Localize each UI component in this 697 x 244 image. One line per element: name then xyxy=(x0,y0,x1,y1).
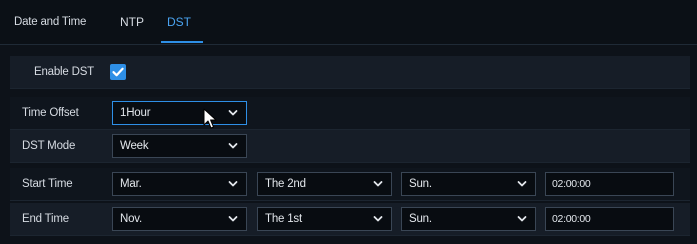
row-enable-dst: Enable DST xyxy=(10,56,690,89)
chevron-down-icon xyxy=(517,216,527,222)
checkmark-icon xyxy=(112,67,124,77)
end-week-value: The 1st xyxy=(265,213,302,225)
dst-mode-select[interactable]: Week xyxy=(112,134,247,158)
chevron-down-icon xyxy=(228,110,238,116)
time-offset-label: Time Offset xyxy=(22,107,79,119)
row-dst-mode: DST Mode Week xyxy=(10,130,690,163)
chevron-down-icon xyxy=(373,216,383,222)
start-day-value: Sun. xyxy=(409,178,432,190)
chevron-down-icon xyxy=(228,216,238,222)
chevron-down-icon xyxy=(228,181,238,187)
end-week-select[interactable]: The 1st xyxy=(257,207,392,231)
chevron-down-icon xyxy=(517,181,527,187)
dst-mode-value: Week xyxy=(120,140,149,152)
start-time-input[interactable] xyxy=(546,173,673,195)
tab-dst[interactable]: DST xyxy=(167,0,191,44)
chevron-down-icon xyxy=(373,181,383,187)
active-tab-indicator xyxy=(161,41,203,43)
start-week-value: The 2nd xyxy=(265,178,306,190)
end-time-input[interactable] xyxy=(546,208,673,230)
mouse-pointer-icon xyxy=(203,108,217,129)
end-day-value: Sun. xyxy=(409,213,432,225)
end-month-value: Nov. xyxy=(120,213,142,225)
tab-bar: Date and Time NTP DST xyxy=(0,0,697,45)
start-day-select[interactable]: Sun. xyxy=(401,172,536,196)
start-week-select[interactable]: The 2nd xyxy=(257,172,392,196)
time-offset-value: 1Hour xyxy=(120,107,151,119)
row-start-time: Start Time Mar. The 2nd Sun. xyxy=(10,168,690,201)
row-time-offset: Time Offset 1Hour xyxy=(10,97,690,130)
start-time-label: Start Time xyxy=(22,178,73,190)
tab-ntp[interactable]: NTP xyxy=(120,0,144,44)
chevron-down-icon xyxy=(228,143,238,149)
time-offset-select[interactable]: 1Hour xyxy=(112,101,247,125)
end-day-select[interactable]: Sun. xyxy=(401,207,536,231)
enable-dst-label: Enable DST xyxy=(34,66,95,78)
end-month-select[interactable]: Nov. xyxy=(112,207,247,231)
tab-date-and-time[interactable]: Date and Time xyxy=(14,0,86,44)
end-time-label: End Time xyxy=(22,213,69,225)
dst-mode-label: DST Mode xyxy=(22,140,76,152)
start-month-value: Mar. xyxy=(120,178,142,190)
start-time-field[interactable] xyxy=(545,172,674,196)
start-month-select[interactable]: Mar. xyxy=(112,172,247,196)
enable-dst-checkbox[interactable] xyxy=(110,64,126,80)
end-time-field[interactable] xyxy=(545,207,674,231)
row-end-time: End Time Nov. The 1st Sun. xyxy=(10,203,690,236)
